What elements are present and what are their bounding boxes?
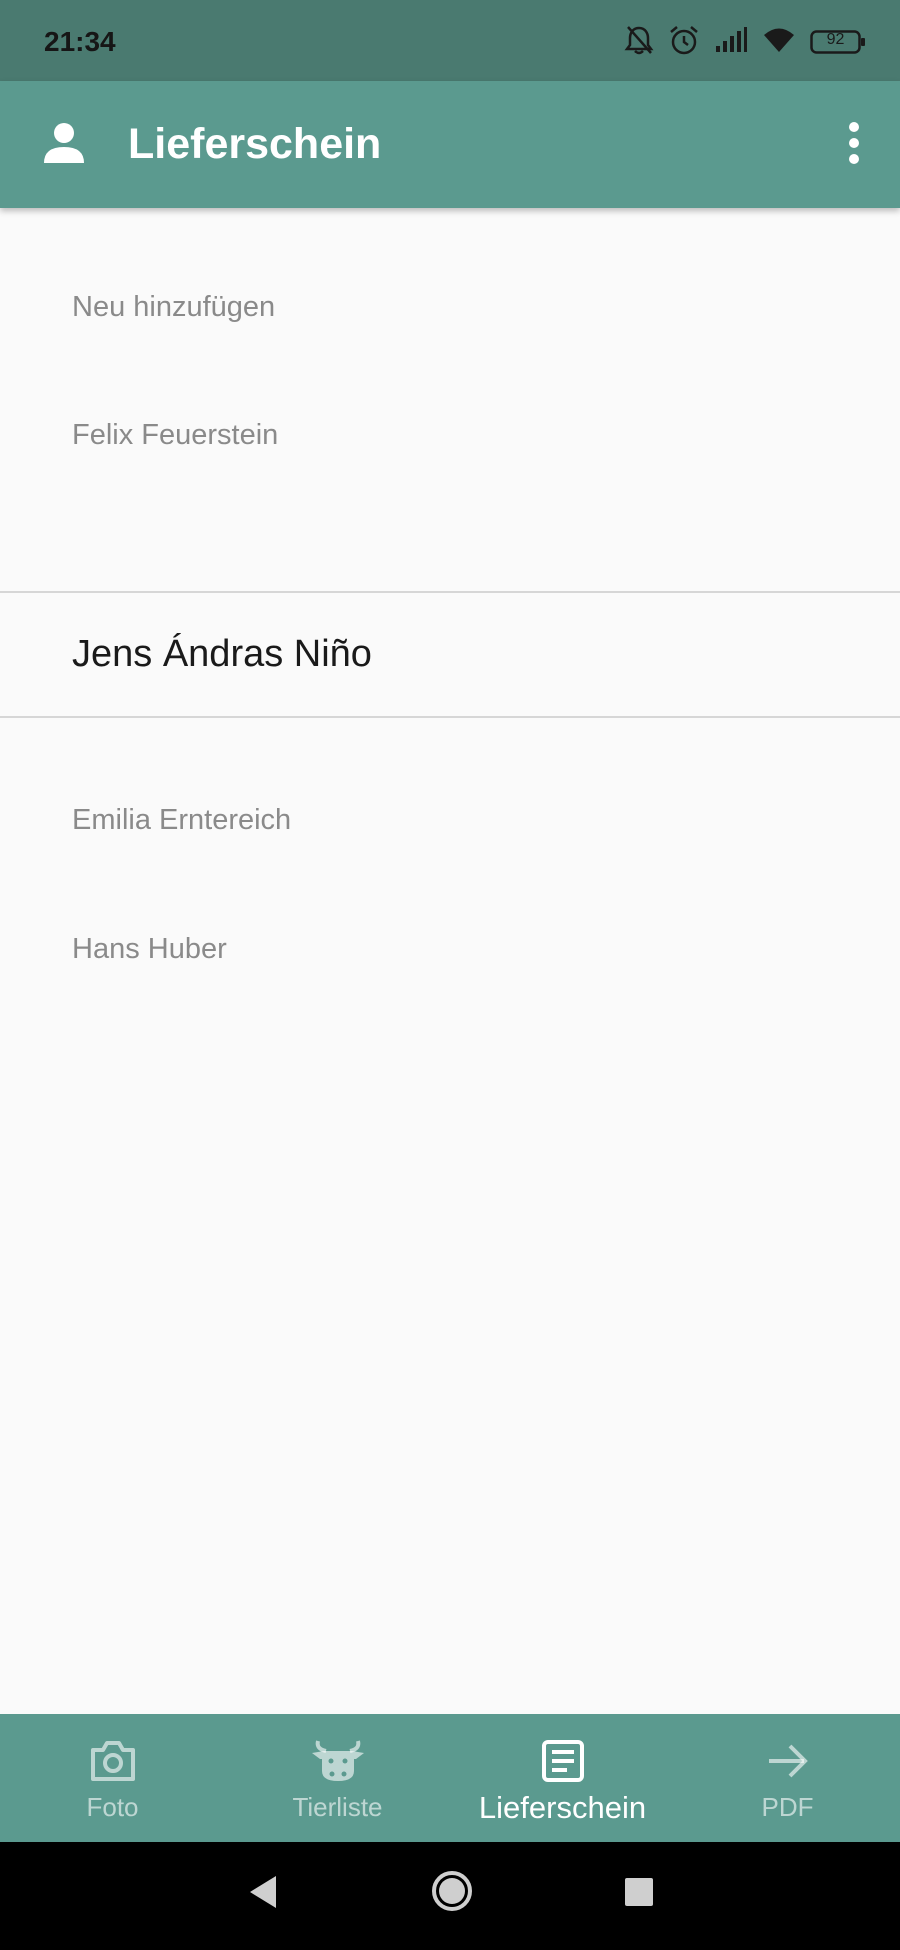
- document-icon: [541, 1736, 585, 1786]
- tab-lieferschein[interactable]: Lieferschein: [450, 1714, 675, 1842]
- list-item[interactable]: Felix Feuerstein: [0, 398, 900, 472]
- tab-label: PDF: [761, 1792, 814, 1822]
- tab-foto[interactable]: Foto: [0, 1714, 225, 1842]
- bell-off-icon: [624, 24, 654, 61]
- tab-label: Tierliste: [292, 1792, 383, 1822]
- battery-icon: 92: [810, 29, 866, 55]
- home-icon[interactable]: [430, 1869, 474, 1918]
- list-item-label: Hans Huber: [72, 932, 227, 965]
- tab-label: Foto: [86, 1792, 139, 1822]
- list-item-label: Jens Ándras Niño: [72, 633, 372, 675]
- system-navigation-bar: [0, 1842, 900, 1950]
- person-icon[interactable]: [42, 121, 86, 170]
- list-item[interactable]: Emilia Erntereich: [0, 783, 900, 857]
- status-icons: 92: [624, 22, 866, 62]
- status-bar: 21:34 92: [0, 0, 900, 81]
- alarm-icon: [668, 24, 700, 61]
- list-item-label: Neu hinzufügen: [72, 290, 276, 323]
- list-item-label: Felix Feuerstein: [72, 418, 279, 451]
- tab-tierliste[interactable]: Tierliste: [225, 1714, 450, 1842]
- battery-level: 92: [826, 31, 845, 48]
- app-bar: Lieferschein: [0, 81, 900, 208]
- recents-icon[interactable]: [624, 1872, 654, 1917]
- list-item[interactable]: Hans Huber: [0, 912, 900, 986]
- list-item-add-new[interactable]: Neu hinzufügen: [0, 270, 900, 344]
- arrow-right-icon: [766, 1736, 810, 1786]
- tab-label: Lieferschein: [478, 1790, 647, 1825]
- back-icon[interactable]: [246, 1872, 280, 1917]
- cow-icon: [310, 1736, 366, 1786]
- camera-icon: [89, 1736, 137, 1786]
- list-item-selected[interactable]: Jens Ándras Niño: [0, 591, 900, 718]
- more-vert-icon[interactable]: [848, 121, 860, 170]
- page-title: Lieferschein: [128, 120, 382, 168]
- tab-pdf[interactable]: PDF: [675, 1714, 900, 1842]
- bottom-navigation: Foto Tierliste Lieferschein PDF: [0, 1714, 900, 1842]
- list-item-label: Emilia Erntereich: [72, 803, 292, 836]
- status-time: 21:34: [44, 26, 116, 57]
- wifi-icon: [762, 26, 796, 59]
- signal-icon: [714, 26, 748, 59]
